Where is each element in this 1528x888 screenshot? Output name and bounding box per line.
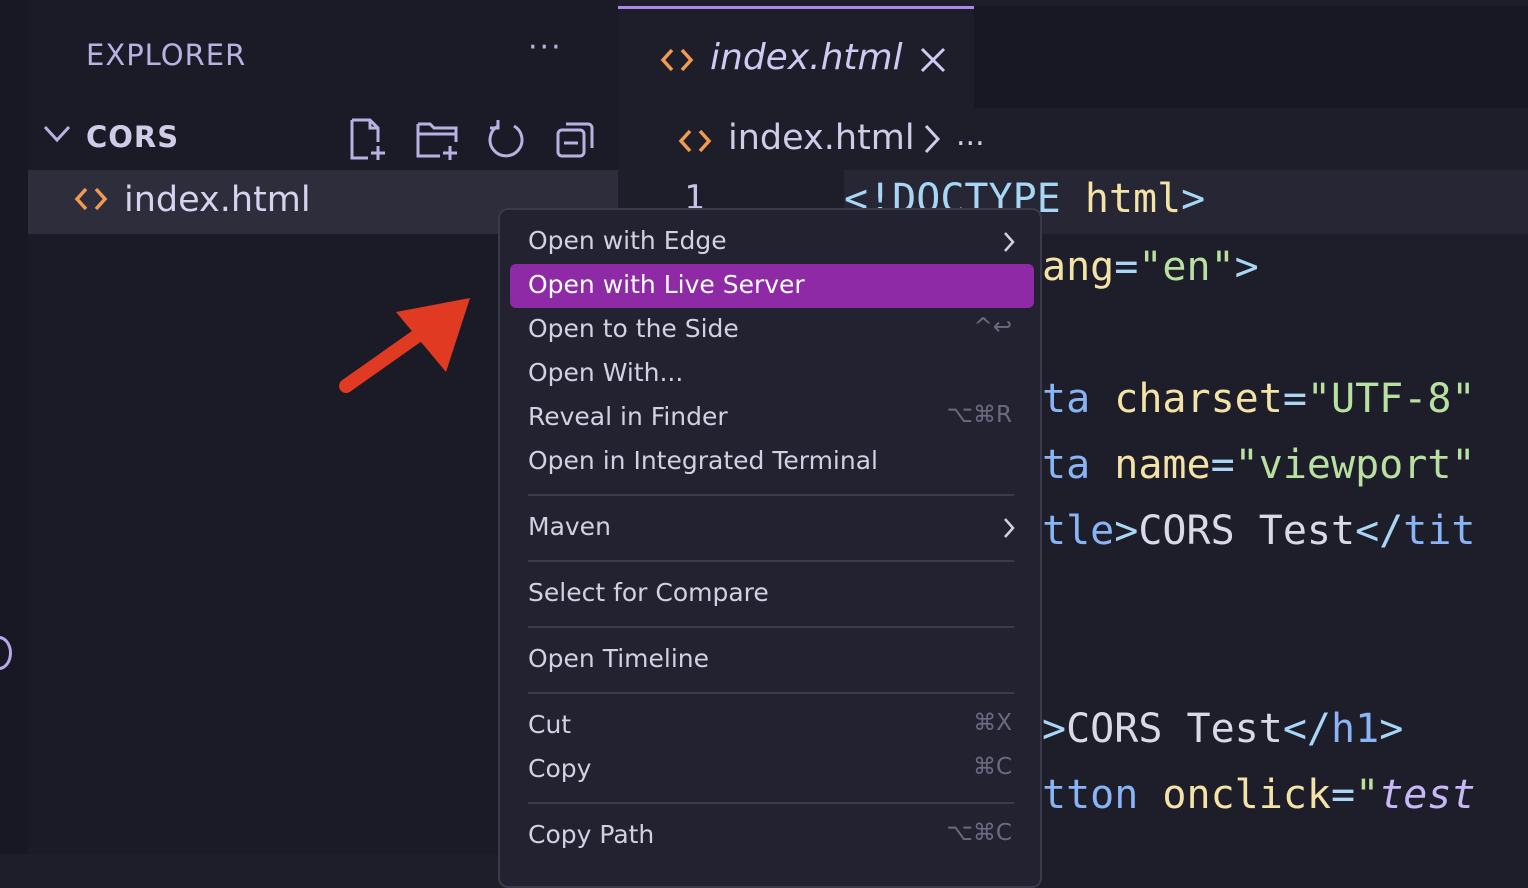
code-token: " [1355, 772, 1380, 818]
folder-name[interactable]: CORS [86, 120, 179, 154]
chevron-right-icon [924, 124, 941, 154]
menu-item-open-timeline[interactable]: Open Timeline [510, 638, 1034, 682]
menu-item-maven[interactable]: Maven [510, 506, 1034, 550]
menu-item-reveal-in-finder[interactable]: Reveal in Finder ⌥⌘R [510, 396, 1034, 440]
menu-item-label: Open in Integrated Terminal [528, 446, 878, 475]
menu-item-select-for-compare[interactable]: Select for Compare [510, 572, 1034, 616]
code-token: "viewport" [1234, 442, 1476, 488]
menu-item-copy-path[interactable]: Copy Path ⌥⌘C [510, 814, 1034, 858]
menu-shortcut: ^↩ [973, 314, 1012, 340]
new-folder-icon[interactable] [414, 116, 464, 162]
code-token: = [1331, 772, 1356, 818]
annotation-arrow-icon [339, 298, 470, 393]
menu-item-copy[interactable]: Copy ⌘C [510, 748, 1034, 792]
breadcrumb: index.html ... [618, 108, 1528, 170]
code-token: tit [1403, 508, 1476, 554]
code-token: tton [1042, 772, 1163, 818]
menu-item-label: Open with Edge [528, 226, 727, 255]
code-token: > [1379, 706, 1404, 752]
code-token: </ [1282, 706, 1332, 752]
code-token: > [1114, 508, 1139, 554]
tab-label: index.html [710, 37, 903, 78]
menu-item-label: Cut [528, 710, 572, 739]
code-token: > [1234, 244, 1259, 290]
code-token: = [1114, 244, 1139, 290]
code-token: = [1210, 442, 1235, 488]
html-file-icon [660, 48, 694, 72]
chevron-down-icon[interactable] [42, 122, 72, 146]
code-token: "en" [1138, 244, 1235, 290]
more-actions-icon[interactable]: ··· [528, 30, 563, 65]
menu-item-label: Reveal in Finder [528, 402, 728, 431]
code-token: html [1084, 176, 1182, 222]
menu-separator [528, 494, 1014, 496]
code-token: ang [1042, 244, 1115, 290]
new-file-icon[interactable] [346, 116, 392, 162]
code-token: ta [1042, 442, 1115, 488]
code-line-6[interactable]: >CORS Test</h1> [1042, 706, 1403, 752]
menu-separator [528, 692, 1014, 694]
code-token: name [1114, 442, 1211, 488]
menu-item-label: Maven [528, 512, 611, 541]
file-label: index.html [124, 180, 311, 220]
code-token: h1 [1331, 706, 1380, 752]
menu-item-label: Select for Compare [528, 578, 769, 607]
menu-item-open-with-live-server[interactable]: Open with Live Server [510, 264, 1034, 308]
code-token: charset [1114, 376, 1283, 422]
menu-shortcut: ⌘X [973, 710, 1012, 736]
code-token: "UTF-8" [1306, 376, 1476, 422]
menu-shortcut: ⌥⌘C [946, 820, 1012, 846]
tab-bar: index.html [618, 6, 1528, 108]
menu-separator [528, 802, 1014, 804]
refresh-icon[interactable] [484, 116, 528, 162]
menu-item-label: Open to the Side [528, 314, 739, 343]
menu-item-open-to-side[interactable]: Open to the Side ^↩ [510, 308, 1034, 352]
code-line-3[interactable]: ta charset="UTF-8" [1042, 376, 1476, 422]
html-file-icon [74, 187, 108, 211]
menu-item-label: Open Timeline [528, 644, 710, 673]
chevron-right-icon [1004, 518, 1015, 538]
context-menu: Open with Edge Open with Live Server Ope… [498, 208, 1042, 888]
menu-item-label: Copy Path [528, 820, 655, 849]
menu-separator [528, 560, 1014, 562]
menu-shortcut: ⌥⌘R [946, 402, 1013, 428]
account-icon[interactable] [0, 636, 12, 670]
menu-item-cut[interactable]: Cut ⌘X [510, 704, 1034, 748]
code-token: = [1282, 376, 1307, 422]
breadcrumb-file[interactable]: index.html [728, 118, 915, 158]
menu-item-open-in-terminal[interactable]: Open in Integrated Terminal [510, 440, 1034, 484]
code-line-5[interactable]: tle>CORS Test</tit [1042, 508, 1476, 554]
code-token: onclick [1162, 772, 1331, 818]
code-token: CORS Test [1066, 706, 1283, 752]
explorer-title: EXPLORER [86, 38, 247, 72]
chevron-right-icon [1004, 232, 1015, 252]
menu-shortcut: ⌘C [972, 754, 1012, 780]
menu-item-label: Open With... [528, 358, 684, 387]
code-token: ta [1042, 376, 1115, 422]
code-line-7[interactable]: tton onclick="test [1042, 772, 1476, 818]
code-token: tle [1042, 508, 1115, 554]
code-token: </ [1355, 508, 1404, 554]
code-token: test [1379, 772, 1476, 818]
breadcrumb-more[interactable]: ... [956, 118, 985, 153]
code-line-2[interactable]: ang="en"> [1042, 244, 1259, 290]
menu-item-label: Copy [528, 754, 592, 783]
activity-bar [0, 0, 28, 854]
tab-index-html[interactable]: index.html [618, 6, 974, 108]
html-file-icon [678, 129, 712, 153]
code-line-4[interactable]: ta name="viewport" [1042, 442, 1476, 488]
menu-item-open-with-edge[interactable]: Open with Edge [510, 220, 1034, 264]
menu-item-label: Open with Live Server [528, 270, 805, 299]
collapse-all-icon[interactable] [554, 116, 598, 162]
code-token: > [1042, 706, 1067, 752]
code-token: > [1181, 176, 1206, 222]
close-icon[interactable] [918, 45, 948, 75]
code-token: CORS Test [1138, 508, 1356, 554]
menu-separator [528, 626, 1014, 628]
menu-item-open-with[interactable]: Open With... [510, 352, 1034, 396]
